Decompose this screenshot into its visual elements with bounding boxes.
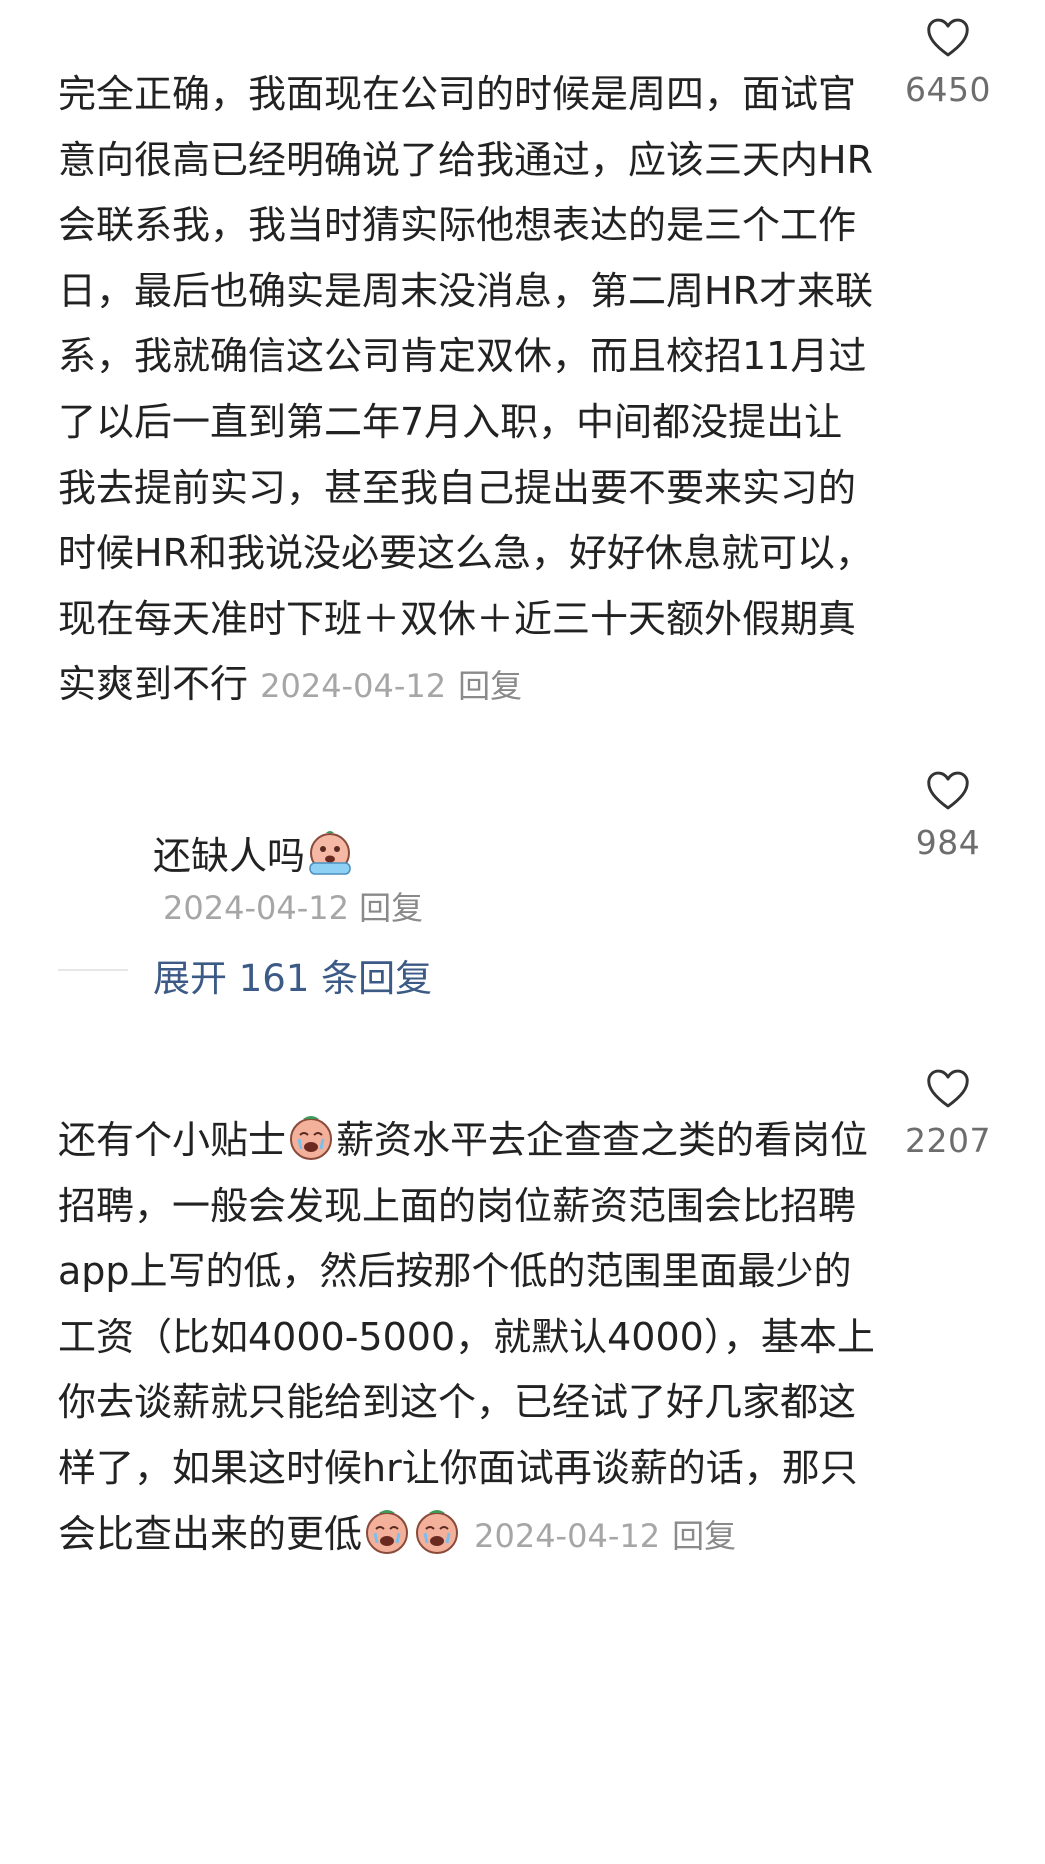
comment-text-part1: 还有个小贴士 (58, 1118, 287, 1162)
reply-comment-meta: 2024-04-12 回复 (163, 883, 423, 929)
comment-date: 2024-04-12 (474, 1516, 661, 1555)
comment-body: 还有个小贴士 薪资水平去企查查之类的看岗位招聘，一般会发现上面的岗位薪资范围会比招… (58, 1108, 878, 1569)
like-button[interactable]: 6450 (878, 17, 1018, 109)
sad-face-emoji-icon (413, 1507, 461, 1555)
comment-date: 2024-04-12 (260, 667, 447, 706)
sad-face-emoji-icon (363, 1507, 411, 1555)
like-count: 6450 (905, 70, 991, 109)
reply-comment-text: 还缺人吗 (153, 834, 306, 878)
sad-face-emoji-icon (287, 1113, 335, 1161)
heart-outline-icon (926, 1068, 970, 1109)
comment-text: 完全正确，我面现在公司的时候是周四，面试官意向很高已经明确说了给我通过，应该三天… (58, 72, 873, 707)
heart-outline-icon (926, 17, 970, 58)
reply-button[interactable]: 回复 (458, 667, 522, 705)
expand-divider (58, 969, 128, 971)
like-button[interactable]: 984 (878, 770, 1018, 862)
reply-comment-body: 还缺人吗 (153, 825, 355, 880)
comment-body: 完全正确，我面现在公司的时候是周四，面试官意向很高已经明确说了给我通过，应该三天… (58, 62, 878, 720)
crying-face-emoji-icon (306, 829, 354, 877)
reply-button[interactable]: 回复 (672, 1517, 736, 1555)
reply-button[interactable]: 回复 (359, 889, 423, 927)
comment-date: 2024-04-12 (163, 889, 349, 927)
heart-outline-icon (926, 770, 970, 811)
like-count: 984 (915, 823, 981, 862)
like-count: 2207 (905, 1121, 991, 1160)
comment-text-part2: 薪资水平去企查查之类的看岗位招聘，一般会发现上面的岗位薪资范围会比招聘app上写… (58, 1118, 875, 1556)
expand-replies-button[interactable]: 展开 161 条回复 (153, 948, 432, 1002)
like-button[interactable]: 2207 (878, 1068, 1018, 1160)
